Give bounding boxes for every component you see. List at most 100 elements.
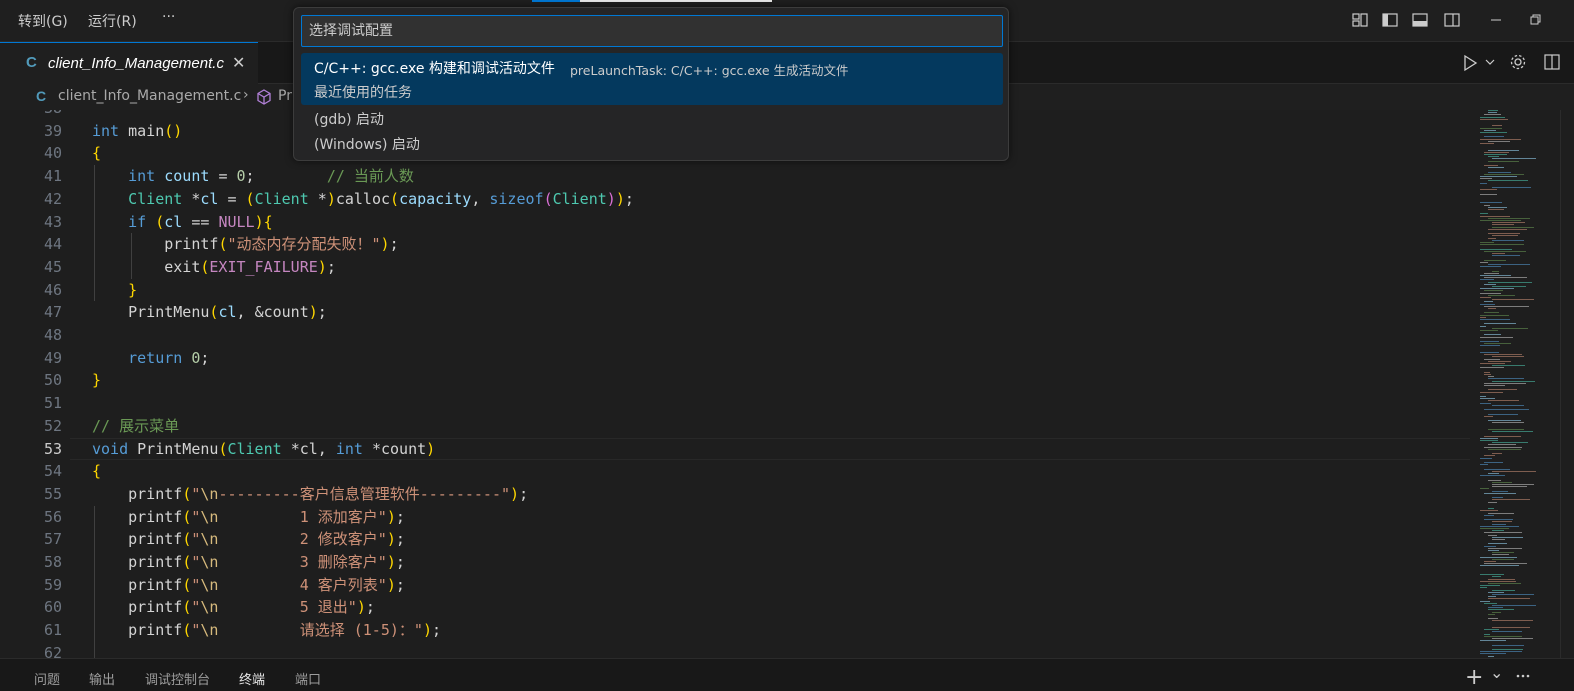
minimap[interactable] [1476, 110, 1560, 658]
c-file-icon: C [36, 88, 47, 104]
split-editor-icon[interactable] [1544, 53, 1560, 71]
code-line[interactable]: 50} [0, 369, 1470, 392]
quick-pick-item[interactable]: (gdb) 启动 [301, 107, 1003, 131]
code-line[interactable]: 62 [0, 642, 1470, 658]
restore-icon[interactable] [1530, 14, 1542, 26]
minimap-line [1484, 154, 1507, 155]
line-number: 48 [43, 326, 62, 344]
code-text: { [92, 144, 102, 163]
minimap-line [1492, 470, 1536, 472]
code-text: int main() [92, 121, 183, 140]
minimap-line [1484, 204, 1490, 206]
code-text: } [92, 371, 102, 390]
code-line[interactable]: 58 printf("\n 3 删除客户"); [0, 551, 1470, 574]
code-line[interactable]: 54 { [0, 460, 1470, 483]
code-line[interactable]: 47 PrintMenu(cl, &count); [0, 301, 1470, 324]
minimap-line [1480, 556, 1517, 558]
code-line[interactable]: 56 printf("\n 1 添加客户"); [0, 506, 1470, 529]
minimap-line [1480, 266, 1501, 268]
minimap-line [1480, 316, 1486, 318]
minimap-line [1488, 613, 1495, 615]
minimap-line [1492, 224, 1514, 226]
quick-pick-item-selected[interactable]: C/C++: gcc.exe 构建和调试活动文件 preLaunchTask: … [301, 53, 1003, 105]
toggle-secondary-sidebar-icon[interactable] [1444, 12, 1460, 28]
minimize-icon[interactable] [1488, 12, 1504, 28]
code-line[interactable]: 44 printf("动态内存分配失败！"); [0, 233, 1470, 256]
code-line[interactable]: 59 printf("\n 4 客户列表"); [0, 574, 1470, 597]
menu-more[interactable]: ··· [162, 9, 175, 25]
toggle-panel-icon[interactable] [1412, 12, 1428, 28]
panel-tab-output[interactable]: 输出 [89, 669, 115, 688]
minimap-line [1488, 206, 1507, 208]
minimap-line [1480, 528, 1509, 529]
line-number: 62 [43, 643, 62, 658]
code-line[interactable]: 42 Client *cl = (Client *)calloc(capacit… [0, 188, 1470, 211]
minimap-line [1484, 136, 1504, 138]
menu-goto[interactable]: 转到(G) [18, 11, 68, 31]
line-number: 49 [43, 348, 62, 367]
code-line[interactable]: 41 int count = 0; // 当前人数 [0, 165, 1470, 188]
minimap-line [1488, 598, 1530, 600]
minimap-line [1488, 578, 1515, 580]
code-line[interactable]: 57 printf("\n 2 修改客户"); [0, 528, 1470, 551]
customize-layout-icon[interactable] [1352, 12, 1368, 28]
panel-tab-debug-console[interactable]: 调试控制台 [145, 669, 210, 688]
quick-pick-item[interactable]: (Windows) 启动 [301, 132, 1003, 156]
quick-pick-input[interactable] [301, 15, 1003, 47]
code-text: printf("\n 2 修改客户"); [128, 530, 405, 549]
code-line[interactable]: 52 // 展示菜单 [0, 415, 1470, 438]
minimap-line [1488, 237, 1496, 239]
code-line[interactable]: 49 return 0; [0, 347, 1470, 370]
minimap-line [1484, 250, 1526, 252]
toggle-sidebar-icon[interactable] [1382, 12, 1398, 28]
minimap-line [1480, 464, 1488, 466]
code-line[interactable]: 55 printf("\n---------客户信息管理软件---------"… [0, 483, 1470, 506]
editor-scrollbar[interactable] [1560, 110, 1574, 658]
minimap-line [1480, 178, 1492, 180]
chevron-down-icon[interactable]: ⌄ [1490, 663, 1503, 682]
code-line[interactable]: 48 [0, 324, 1470, 347]
breadcrumb-file[interactable]: client_Info_Management.c [58, 88, 241, 104]
minimap-line [1484, 312, 1499, 314]
code-line[interactable]: 45 exit(EXIT_FAILURE); [0, 256, 1470, 279]
minimap-line [1484, 382, 1526, 384]
minimap-line [1480, 580, 1516, 582]
minimap-line [1480, 600, 1490, 602]
code-editor[interactable]: 3839 int main() 40 {41 int count = 0; // 当前… [0, 110, 1574, 658]
minimap-line [1484, 374, 1491, 375]
close-icon[interactable]: ✕ [232, 53, 245, 72]
minimap-line [1492, 490, 1508, 492]
panel-tab-terminal[interactable]: 终端 [239, 669, 265, 688]
code-line[interactable]: 61 printf("\n 请选择 (1-5)："); [0, 619, 1470, 642]
gear-icon[interactable] [1509, 53, 1527, 71]
minimap-line [1488, 550, 1499, 551]
code-line[interactable]: 60 printf("\n 5 退出"); [0, 596, 1470, 619]
code-line[interactable]: 46 } [0, 279, 1470, 302]
panel-tab-problems[interactable]: 问题 [34, 669, 60, 688]
chevron-down-icon[interactable] [1485, 58, 1495, 66]
line-number: 52 [43, 416, 62, 435]
minimap-line [1492, 649, 1523, 650]
minimap-line [1492, 422, 1524, 424]
panel-tab-ports[interactable]: 端口 [295, 669, 321, 688]
menu-run[interactable]: 运行(R) [88, 11, 137, 31]
minimap-line [1492, 226, 1534, 228]
ellipsis-icon[interactable] [1516, 673, 1530, 679]
minimap-line [1484, 305, 1529, 307]
minimap-line [1492, 644, 1524, 646]
code-line[interactable]: 53 void PrintMenu(Client *cl, int *count) [0, 438, 1470, 461]
editor-tab[interactable]: C client_Info_Management.c ✕ [0, 42, 258, 84]
minimap-line [1480, 143, 1494, 144]
code-line[interactable]: 43 if (cl == NULL){ [0, 211, 1470, 234]
minimap-line [1492, 536, 1523, 538]
minimap-line [1484, 409, 1529, 411]
minimap-line [1492, 558, 1514, 560]
minimap-line [1492, 365, 1525, 367]
run-icon[interactable] [1462, 54, 1478, 72]
minimap-line [1488, 479, 1501, 481]
code-line[interactable]: 51 [0, 392, 1470, 415]
minimap-line [1480, 189, 1497, 191]
minimap-line [1480, 176, 1517, 177]
code-text: return 0; [128, 348, 210, 367]
add-icon[interactable]: + [1465, 665, 1483, 690]
